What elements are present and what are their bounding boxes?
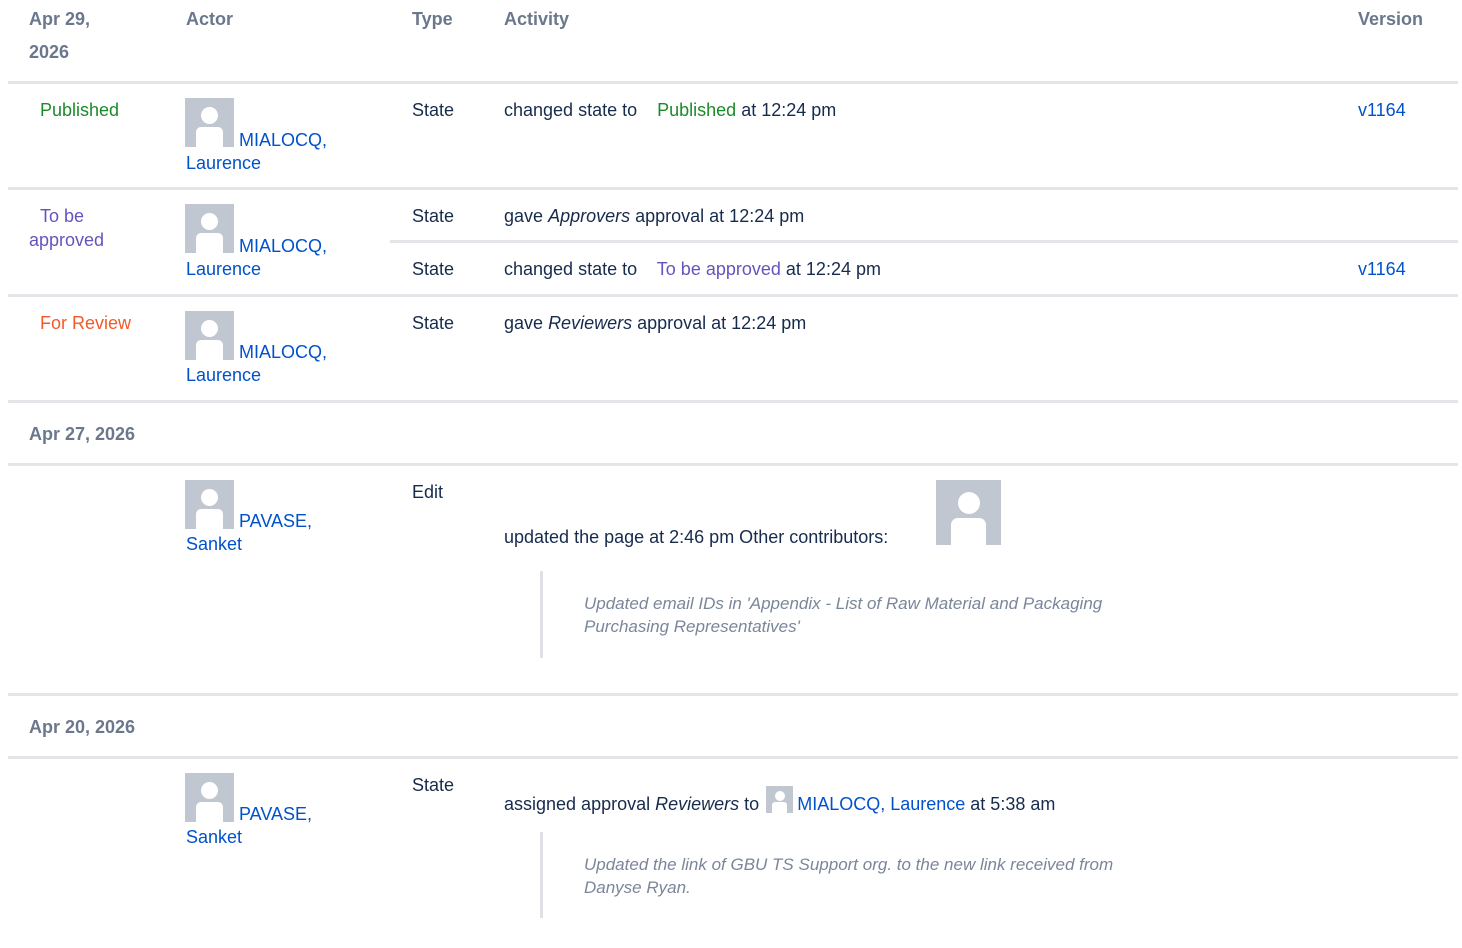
activity-pre: changed state to — [504, 259, 638, 279]
user-avatar-icon[interactable] — [936, 480, 1001, 545]
activity-text: updated the page at 2:46 pm Other contri… — [504, 527, 889, 547]
actor-line1[interactable]: PAVASE, — [186, 510, 312, 533]
assignee-avatar-icon[interactable] — [766, 786, 794, 813]
entry-type: Edit — [412, 482, 444, 502]
date-header: Apr 29, 2026 — [29, 3, 90, 69]
actor-line1[interactable]: PAVASE, — [186, 803, 312, 826]
actor-line1[interactable]: MIALOCQ, — [186, 235, 327, 258]
state-label-published: Published — [40, 100, 120, 120]
activity-approvers: Approvers — [548, 206, 631, 226]
activity-post: approval at 12:24 pm — [637, 313, 807, 333]
activity-pre: assigned approval — [504, 794, 651, 814]
state-line2: approved — [29, 230, 105, 250]
activity-text: changed state to To be approved at 12:24… — [504, 257, 881, 281]
divider — [8, 693, 1458, 696]
divider — [8, 81, 1458, 84]
actor-line2[interactable]: Laurence — [186, 258, 327, 281]
activity-post: approval at 12:24 pm — [635, 206, 805, 226]
date-line1: Apr 29, — [29, 9, 91, 29]
activity-text: assigned approval Reviewers to MIALOCQ, … — [504, 786, 1055, 816]
activity-pre: changed state to — [504, 100, 638, 120]
activity-text: gave Reviewers approval at 12:24 pm — [504, 311, 806, 335]
divider — [8, 400, 1458, 403]
divider — [8, 463, 1458, 466]
activity-reviewers: Reviewers — [548, 313, 633, 333]
activity-post: at 12:24 pm — [741, 100, 837, 120]
inner-divider — [390, 240, 1458, 243]
date-heading: Apr 20, 2026 — [29, 717, 136, 737]
state-line1: To be — [40, 206, 85, 226]
actor-line2[interactable]: Laurence — [186, 152, 327, 175]
activity-column-header: Activity — [504, 9, 570, 29]
actor-line1[interactable]: MIALOCQ, — [186, 129, 327, 152]
version-link[interactable]: v1164 — [1358, 98, 1406, 122]
divider — [8, 187, 1458, 190]
state-label-to-be-approved: To be approved — [29, 204, 104, 252]
activity-reviewers: Reviewers — [655, 794, 740, 814]
actor-link[interactable]: PAVASE, Sanket — [186, 803, 312, 849]
activity-post: at 12:24 pm — [785, 259, 881, 279]
divider — [8, 756, 1458, 759]
activity-to: to — [744, 794, 760, 814]
actor-line1[interactable]: MIALOCQ, — [186, 341, 327, 364]
comment-quote: Updated email IDs in 'Appendix - List of… — [540, 571, 1163, 658]
actor-line2[interactable]: Sanket — [186, 826, 312, 849]
actor-line2[interactable]: Laurence — [186, 364, 327, 387]
activity-state: To be approved — [656, 259, 781, 279]
activity-text: gave Approvers approval at 12:24 pm — [504, 204, 804, 228]
comment-text: Updated the link of GBU TS Support org. … — [584, 855, 1114, 897]
actor-link[interactable]: MIALOCQ, Laurence — [186, 235, 327, 281]
type-column-header: Type — [412, 9, 453, 29]
entry-type: State — [412, 313, 455, 333]
entry-type: State — [412, 206, 455, 226]
entry-type: State — [412, 259, 455, 279]
comment-text: Updated email IDs in 'Appendix - List of… — [584, 594, 1103, 636]
activity-text: changed state to Published at 12:24 pm — [504, 98, 836, 122]
activity-state: Published — [657, 100, 737, 120]
date-line2: 2026 — [29, 42, 70, 62]
comment-quote: Updated the link of GBU TS Support org. … — [540, 832, 1183, 918]
assignee-link[interactable]: MIALOCQ, Laurence — [797, 794, 965, 814]
actor-link[interactable]: PAVASE, Sanket — [186, 510, 312, 556]
version-link[interactable]: v1164 — [1358, 257, 1406, 281]
divider — [8, 294, 1458, 297]
activity-pre: gave — [504, 313, 544, 333]
entry-type: State — [412, 775, 455, 795]
actor-link[interactable]: MIALOCQ, Laurence — [186, 129, 327, 175]
entry-type: State — [412, 100, 455, 120]
actor-column-header: Actor — [186, 9, 234, 29]
actor-line2[interactable]: Sanket — [186, 533, 312, 556]
date-heading: Apr 27, 2026 — [29, 424, 136, 444]
activity-post: at 5:38 am — [970, 794, 1056, 814]
version-column-header: Version — [1358, 9, 1424, 29]
activity-pre: gave — [504, 206, 544, 226]
state-label-for-review: For Review — [40, 313, 132, 333]
actor-link[interactable]: MIALOCQ, Laurence — [186, 341, 327, 387]
